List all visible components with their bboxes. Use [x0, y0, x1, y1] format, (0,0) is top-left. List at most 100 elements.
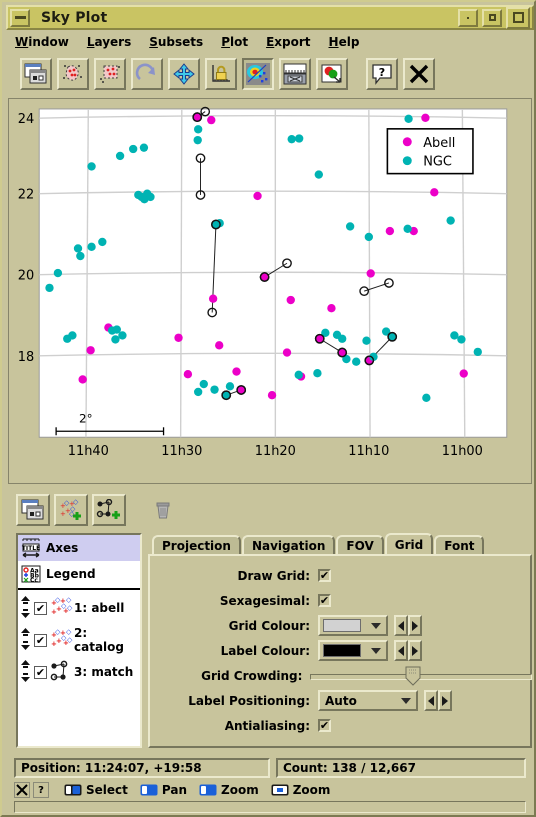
nav-help-button[interactable]: ?: [33, 782, 49, 798]
tree-item-axes[interactable]: TITLE Axes: [18, 535, 140, 561]
minimize-button[interactable]: [10, 8, 30, 27]
svg-text:◇: ◇: [66, 628, 72, 636]
nav-action-pan: Pan: [140, 783, 187, 797]
layer-label: 2: catalog: [74, 626, 124, 654]
density-shader-icon[interactable]: [242, 58, 274, 90]
data-point-ngc: [210, 385, 219, 394]
menu-plot-label: lot: [229, 35, 249, 49]
label-colour-next-button[interactable]: [408, 640, 422, 661]
menu-help[interactable]: Help: [320, 33, 369, 52]
tab-grid[interactable]: Grid: [384, 533, 434, 554]
tab-navigation[interactable]: Navigation: [241, 535, 336, 554]
tab-font[interactable]: Font: [434, 535, 485, 554]
data-point-ngc: [87, 162, 96, 171]
add-axes-control-icon[interactable]: [16, 494, 50, 526]
scatter-icon: + + + + + ◇ ◇ ◇ ◇: [50, 596, 74, 621]
list-item[interactable]: ✔ + + + + + ◇ ◇ ◇ ◇ 1: abell: [18, 592, 140, 624]
nav-close-button[interactable]: [14, 782, 30, 798]
layer-visibility-checkbox[interactable]: ✔: [34, 601, 47, 615]
data-point-ngc: [45, 283, 54, 293]
axis-lock-icon[interactable]: [205, 58, 237, 90]
maximize-button[interactable]: [506, 6, 530, 29]
close-icon[interactable]: [403, 58, 435, 90]
data-point-ngc: [314, 170, 323, 179]
nav-zoom-label: Zoom: [221, 783, 259, 797]
data-point-abell: [327, 304, 336, 313]
tab-fov[interactable]: FOV: [336, 535, 384, 554]
label-positioning-next-button[interactable]: [438, 690, 452, 711]
status-bar: Position: 11:24:07, +19:58 Count: 138 / …: [14, 758, 526, 778]
label-positioning-combo[interactable]: Auto: [318, 690, 418, 711]
label-colour-prev-button[interactable]: [394, 640, 408, 661]
data-point-abell: [421, 113, 430, 122]
axis-ruler-icon[interactable]: [279, 58, 311, 90]
menu-window[interactable]: Window: [6, 33, 78, 52]
data-point-abell: [232, 367, 241, 376]
blob-subset-icon[interactable]: [57, 58, 89, 90]
antialiasing-row: Antialiasing: ✔: [150, 713, 522, 738]
count-readout: Count: 138 / 12,667: [276, 758, 526, 778]
menu-window-mnemonic: W: [15, 35, 29, 49]
menu-layers[interactable]: Layers: [78, 33, 140, 52]
tree-item-legend[interactable]: Aa Bb Cc Legend: [18, 561, 140, 587]
data-point-ngc: [139, 143, 149, 152]
data-point-abell: [183, 370, 193, 379]
tab-projection[interactable]: Projection: [152, 535, 241, 554]
slider-knob[interactable]: [405, 666, 421, 686]
export-image-icon[interactable]: [316, 58, 348, 90]
layer-visibility-checkbox[interactable]: ✔: [34, 665, 47, 679]
antialiasing-checkbox[interactable]: ✔: [318, 719, 331, 732]
sky-plot-panel[interactable]: 11h40 11h30 11h20 11h10 11h00 24 22 20 18 2° Abe…: [8, 98, 532, 484]
mouse-left-icon: [64, 784, 82, 796]
draw-grid-row: Draw Grid: ✔: [150, 563, 522, 588]
delete-layer-icon[interactable]: [146, 494, 180, 526]
reorder-handle-icon[interactable]: [20, 627, 31, 654]
sky-plot-canvas[interactable]: 11h40 11h30 11h20 11h10 11h00 24 22 20 18 2° Abe…: [9, 99, 531, 483]
layer-visibility-checkbox[interactable]: ✔: [34, 633, 47, 647]
svg-text:◇: ◇: [66, 596, 72, 604]
label-positioning-prev-button[interactable]: [424, 690, 438, 711]
maximize-icon: [512, 12, 524, 23]
x-axis-tick-label: 11h30: [161, 444, 202, 459]
pan-move-icon[interactable]: [168, 58, 200, 90]
chevron-left-icon: [398, 645, 404, 656]
data-point-ngc: [403, 224, 412, 233]
legend-swatch-ngc: [402, 156, 412, 166]
grid-tab-body: Draw Grid: ✔ Sexagesimal: ✔ Grid Colour:…: [148, 554, 533, 748]
menu-subsets[interactable]: Subsets: [140, 33, 212, 52]
nav-action-zoom-wheel: Zoom: [271, 783, 330, 797]
list-item[interactable]: ✔ + + + + + ◇ ◇ ◇ ◇ 2: catalog: [18, 624, 140, 656]
position-readout: Position: 11:24:07, +19:58: [14, 758, 270, 778]
grid-colour-next-button[interactable]: [408, 615, 422, 636]
list-item[interactable]: ✔ 3: match: [18, 656, 140, 688]
split-window-icon[interactable]: [20, 58, 52, 90]
restore-button[interactable]: [482, 8, 502, 27]
layer-toolbar: + + + + ◇ ◇ ◇ ◇: [8, 490, 532, 530]
layer-tree-panel[interactable]: TITLE Axes Aa Bb Cc Legend ✔ + + + + + ◇…: [16, 533, 142, 748]
menu-plot[interactable]: Plot: [212, 33, 257, 52]
menu-export[interactable]: Export: [257, 33, 319, 52]
add-scatter-layer-icon[interactable]: + + + + ◇ ◇ ◇ ◇: [54, 494, 88, 526]
add-link-layer-icon[interactable]: [92, 494, 126, 526]
grid-colour-combo[interactable]: [318, 615, 388, 636]
reorder-handle-icon[interactable]: [20, 659, 31, 686]
data-point-ngc: [199, 379, 208, 389]
reorder-handle-icon[interactable]: [20, 595, 31, 622]
label-colour-combo[interactable]: [318, 640, 388, 661]
data-point-abell: [207, 115, 216, 125]
draw-grid-checkbox[interactable]: ✔: [318, 569, 331, 582]
sexagesimal-label: Sexagesimal:: [219, 593, 310, 608]
chevron-left-icon: [428, 695, 434, 706]
data-point-abell: [86, 346, 95, 355]
label-colour-row: Label Colour:: [150, 638, 522, 663]
nav-select-label: Select: [86, 783, 128, 797]
sexagesimal-checkbox[interactable]: ✔: [318, 594, 331, 607]
grid-crowding-slider[interactable]: [310, 666, 533, 686]
grid-colour-prev-button[interactable]: [394, 615, 408, 636]
resize-redraw-icon[interactable]: [131, 58, 163, 90]
rectangle-subset-icon[interactable]: [94, 58, 126, 90]
data-point-ngc: [338, 334, 347, 343]
data-point-ngc: [450, 331, 459, 340]
shade-button[interactable]: [458, 8, 478, 27]
help-icon[interactable]: ?: [366, 58, 398, 90]
